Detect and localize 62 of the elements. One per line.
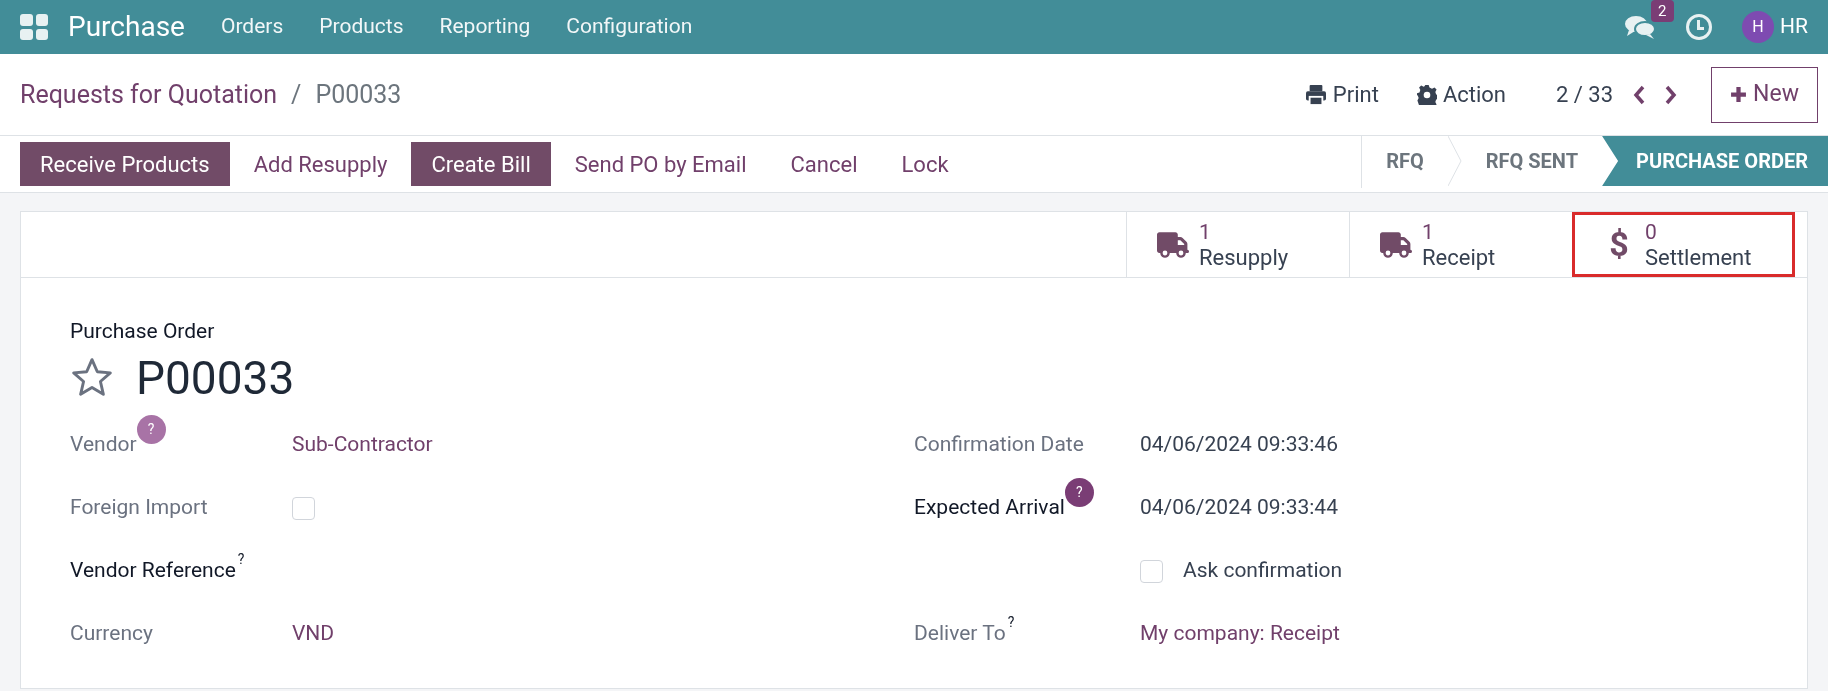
field-label: Confirmation Date — [914, 431, 1084, 459]
new-button[interactable]: New — [1711, 66, 1818, 123]
stat-count: 0 — [1645, 219, 1657, 245]
help-mark[interactable]: ? — [1007, 612, 1015, 634]
clock-icon[interactable] — [1686, 14, 1713, 40]
breadcrumb-current: P00033 — [315, 78, 402, 111]
stat-count: 1 — [1199, 219, 1211, 245]
stat-count: 1 — [1422, 219, 1434, 245]
field-value: 04/06/2024 09:33:46 — [1140, 431, 1338, 459]
action-button[interactable]: Lock — [881, 142, 969, 186]
stat-label: Receipt — [1422, 244, 1496, 270]
truck-icon — [1157, 231, 1189, 258]
menu-item[interactable]: Configuration — [566, 11, 693, 43]
menu-item[interactable]: Reporting — [439, 11, 531, 43]
field-value-link[interactable]: My company: Receipt — [1140, 618, 1340, 650]
user-avatar[interactable]: H — [1742, 11, 1775, 43]
field-label: Expected Arrival — [914, 494, 1065, 522]
field-label: Deliver To — [914, 620, 1006, 648]
field-label: Foreign Import — [70, 494, 208, 522]
smart-button[interactable]: 1 Receipt — [1349, 212, 1572, 277]
help-mark[interactable]: ? — [237, 549, 245, 571]
action-button[interactable]: Receive Products — [20, 142, 230, 186]
action-button[interactable]: Action — [1416, 78, 1506, 111]
gear-icon — [1416, 84, 1437, 105]
checkbox-label: Ask confirmation — [1183, 557, 1343, 585]
chevron-right-icon[interactable] — [1665, 84, 1678, 105]
field-label: Vendor — [70, 431, 137, 459]
action-button[interactable]: Cancel — [770, 142, 878, 186]
print-button[interactable]: Print — [1304, 78, 1379, 111]
breadcrumb-link[interactable]: Requests for Quotation — [20, 75, 278, 114]
checkbox[interactable] — [1140, 559, 1163, 583]
smart-button[interactable]: 1 Resupply — [1126, 212, 1349, 277]
field-value: 04/06/2024 09:33:44 — [1140, 494, 1338, 522]
apps-menu-icon[interactable] — [20, 14, 48, 40]
field-value-link[interactable]: Sub-Contractor — [292, 429, 433, 461]
breadcrumb-separator: / — [291, 78, 302, 111]
action-button[interactable]: Create Bill — [411, 142, 551, 186]
dollar-icon: $ — [1603, 219, 1635, 270]
chevron-left-icon[interactable] — [1633, 84, 1646, 105]
form-subtitle: Purchase Order — [70, 318, 216, 345]
help-badge[interactable]: ? — [1064, 478, 1094, 508]
field-label: Currency — [70, 620, 153, 648]
status-step[interactable]: PURCHASE ORDER — [1602, 136, 1828, 186]
checkbox[interactable] — [292, 496, 315, 520]
record-title: P00033 — [136, 349, 295, 406]
chat-icon[interactable] — [1624, 14, 1657, 40]
stat-label: Resupply — [1199, 244, 1289, 270]
printer-icon — [1304, 84, 1327, 105]
pager-value: 2 / 33 — [1556, 81, 1614, 109]
action-button[interactable]: Add Resupply — [233, 142, 408, 186]
menu-item[interactable]: Products — [319, 11, 404, 43]
user-name[interactable]: HR — [1780, 11, 1808, 43]
notification-badge: 2 — [1651, 0, 1674, 22]
field-value-link[interactable]: VND — [292, 618, 335, 650]
field-label: Vendor Reference — [70, 557, 236, 585]
app-title[interactable]: Purchase — [68, 6, 185, 48]
plus-icon — [1730, 86, 1748, 103]
truck-icon — [1380, 231, 1412, 258]
stat-label: Settlement — [1645, 244, 1752, 270]
action-button[interactable]: Send PO by Email — [554, 142, 767, 186]
help-badge[interactable]: ? — [136, 415, 166, 445]
menu-item[interactable]: Orders — [220, 11, 284, 43]
